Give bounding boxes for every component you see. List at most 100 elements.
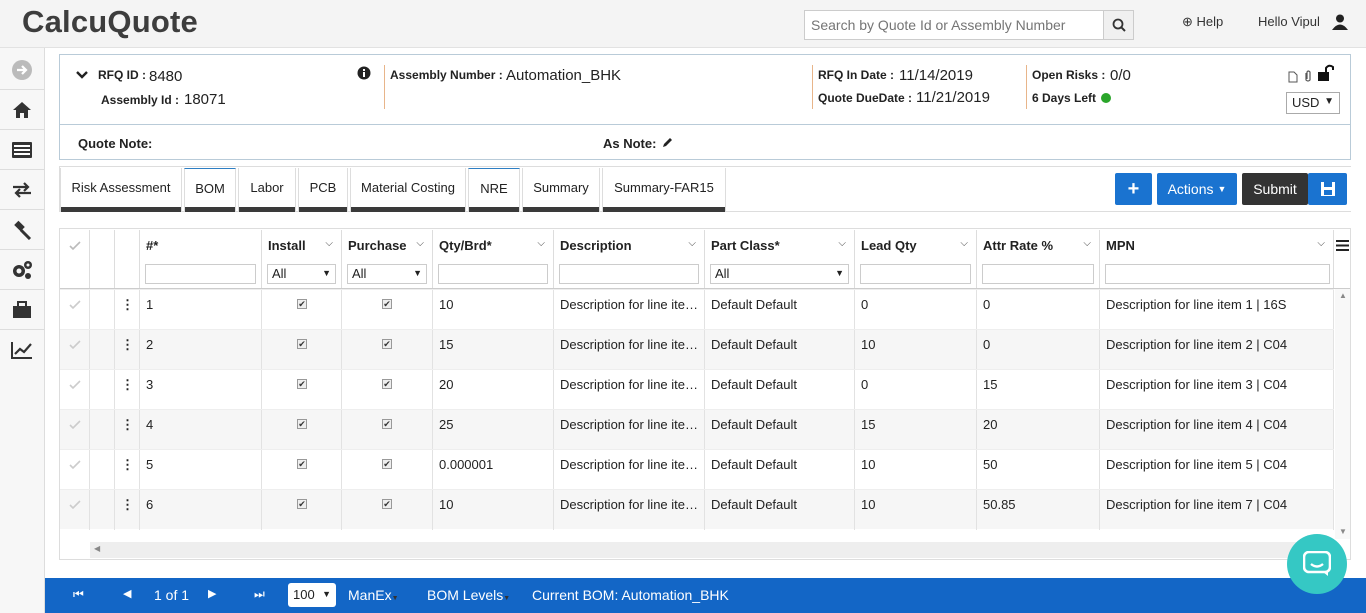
column-header-mpn[interactable]: MPN ⌵: [1101, 230, 1334, 288]
scroll-up-icon[interactable]: ▲: [1339, 291, 1347, 300]
help-link[interactable]: ⊕ Help: [1182, 14, 1223, 30]
filter-part-class-select[interactable]: All ▼: [710, 264, 849, 284]
row-select-cell[interactable]: [60, 490, 90, 530]
table-row[interactable]: ⋮ 1 ✔ ✔ 10 Description for line item 1 Default…: [60, 289, 1334, 330]
filter-description-input[interactable]: [559, 264, 699, 284]
table-row[interactable]: ⋮ 3 ✔ ✔ 20 Description for line item 3 Default…: [60, 369, 1334, 410]
filter-purchase-select[interactable]: All ▼: [347, 264, 427, 284]
column-header-num[interactable]: #*: [141, 230, 262, 288]
purchase-checkbox[interactable]: ✔: [382, 379, 392, 389]
sidebar-expand[interactable]: [0, 50, 44, 90]
column-menu[interactable]: [1335, 230, 1350, 288]
table-row[interactable]: ⋮ 6 ✔ ✔ 10 Description for line item 7 Default…: [60, 489, 1334, 530]
chevron-down-icon[interactable]: ⌵: [537, 238, 545, 249]
last-page-icon[interactable]: ⏭: [254, 587, 265, 602]
tab-material-costing[interactable]: Material Costing: [350, 168, 466, 212]
tab-summary-far15[interactable]: Summary-FAR15: [602, 168, 726, 212]
column-header-qty[interactable]: Qty/Brd* ⌵: [434, 230, 554, 288]
row-menu-icon[interactable]: ⋮: [116, 290, 140, 330]
pencil-icon[interactable]: [662, 136, 674, 148]
sidebar-item-transfer[interactable]: [0, 169, 44, 209]
table-row[interactable]: ⋮ 2 ✔ ✔ 15 Description for line item 2 Default…: [60, 329, 1334, 370]
select-all-column[interactable]: [60, 230, 90, 288]
scroll-left-icon[interactable]: ◀: [94, 544, 100, 553]
horizontal-scrollbar[interactable]: ◀: [90, 542, 1335, 558]
user-icon[interactable]: [1331, 13, 1349, 31]
sidebar-item-chart[interactable]: [0, 329, 44, 369]
purchase-checkbox[interactable]: ✔: [382, 299, 392, 309]
chevron-down-icon[interactable]: ⌵: [838, 238, 846, 249]
row-select-cell[interactable]: [60, 290, 90, 330]
row-menu-icon[interactable]: ⋮: [116, 370, 140, 410]
chevron-down-icon[interactable]: [76, 70, 88, 80]
search-button[interactable]: [1103, 10, 1134, 40]
row-menu-icon[interactable]: ⋮: [116, 490, 140, 530]
filter-mpn-input[interactable]: [1105, 264, 1330, 284]
tab-pcb[interactable]: PCB: [298, 168, 348, 212]
sidebar-item-settings[interactable]: [0, 249, 44, 289]
first-page-icon[interactable]: ⏮: [73, 587, 84, 602]
purchase-checkbox[interactable]: ✔: [382, 339, 392, 349]
chevron-down-icon[interactable]: ⌵: [416, 238, 424, 249]
column-header-purchase[interactable]: Purchase ⌵ All ▼: [343, 230, 433, 288]
column-header-part-class[interactable]: Part Class* ⌵ All ▼: [706, 230, 855, 288]
document-icon[interactable]: [1288, 71, 1298, 83]
tab-summary[interactable]: Summary: [522, 168, 600, 212]
info-icon[interactable]: [357, 66, 371, 80]
sidebar-item-list[interactable]: [0, 129, 44, 169]
purchase-checkbox[interactable]: ✔: [382, 419, 392, 429]
next-page-icon[interactable]: ▶: [208, 587, 216, 600]
install-checkbox[interactable]: ✔: [297, 499, 307, 509]
tab-bom[interactable]: BOM: [184, 168, 236, 212]
filter-qty-input[interactable]: [438, 264, 548, 284]
chat-launcher[interactable]: [1287, 534, 1347, 594]
filter-lead-qty-input[interactable]: [860, 264, 971, 284]
user-greeting[interactable]: Hello Vipul: [1258, 14, 1320, 29]
search-input[interactable]: [804, 10, 1104, 40]
table-row[interactable]: ⋮ 4 ✔ ✔ 25 Description for line item 4 Default…: [60, 409, 1334, 450]
row-menu-icon[interactable]: ⋮: [116, 450, 140, 490]
table-row[interactable]: ⋮ 5 ✔ ✔ 0.000001 Description for line item 5D…: [60, 449, 1334, 490]
filter-attr-rate-input[interactable]: [982, 264, 1094, 284]
row-select-cell[interactable]: [60, 330, 90, 370]
purchase-checkbox[interactable]: ✔: [382, 459, 392, 469]
tab-risk-assessment[interactable]: Risk Assessment: [60, 168, 182, 212]
row-select-cell[interactable]: [60, 370, 90, 410]
paperclip-icon[interactable]: [1304, 70, 1312, 83]
column-header-lead-qty[interactable]: Lead Qty ⌵: [856, 230, 977, 288]
purchase-checkbox[interactable]: ✔: [382, 499, 392, 509]
install-checkbox[interactable]: ✔: [297, 419, 307, 429]
bom-levels-menu[interactable]: BOM Levels▼: [427, 587, 510, 603]
page-size-select[interactable]: 100 ▼: [288, 583, 336, 607]
column-header-install[interactable]: Install ⌵ All ▼: [263, 230, 342, 288]
scroll-down-icon[interactable]: ▼: [1339, 527, 1347, 536]
sidebar-item-home[interactable]: [0, 89, 44, 129]
row-menu-icon[interactable]: ⋮: [116, 330, 140, 370]
install-checkbox[interactable]: ✔: [297, 459, 307, 469]
filter-num-input[interactable]: [145, 264, 256, 284]
add-button[interactable]: +: [1115, 173, 1152, 205]
tab-labor[interactable]: Labor: [238, 168, 296, 212]
manex-menu[interactable]: ManEx▼: [348, 587, 399, 603]
chevron-down-icon[interactable]: ⌵: [688, 238, 696, 249]
row-select-cell[interactable]: [60, 410, 90, 450]
chevron-down-icon[interactable]: ⌵: [1317, 238, 1325, 249]
chevron-down-icon[interactable]: ⌵: [1083, 238, 1091, 249]
column-header-attr-rate[interactable]: Attr Rate % ⌵: [978, 230, 1100, 288]
sidebar-item-briefcase[interactable]: [0, 289, 44, 329]
prev-page-icon[interactable]: ◀: [123, 587, 131, 600]
actions-button[interactable]: Actions ▼: [1157, 173, 1237, 205]
save-button[interactable]: [1308, 173, 1347, 205]
vertical-scrollbar[interactable]: ▲ ▼: [1335, 289, 1350, 539]
install-checkbox[interactable]: ✔: [297, 339, 307, 349]
chevron-down-icon[interactable]: ⌵: [325, 238, 333, 249]
chevron-down-icon[interactable]: ⌵: [960, 238, 968, 249]
sidebar-item-gavel[interactable]: [0, 209, 44, 249]
currency-select[interactable]: USD ▼: [1286, 92, 1340, 114]
install-checkbox[interactable]: ✔: [297, 379, 307, 389]
unlock-icon[interactable]: [1317, 64, 1335, 82]
column-header-description[interactable]: Description ⌵: [555, 230, 705, 288]
install-checkbox[interactable]: ✔: [297, 299, 307, 309]
filter-install-select[interactable]: All ▼: [267, 264, 336, 284]
row-select-cell[interactable]: [60, 450, 90, 490]
